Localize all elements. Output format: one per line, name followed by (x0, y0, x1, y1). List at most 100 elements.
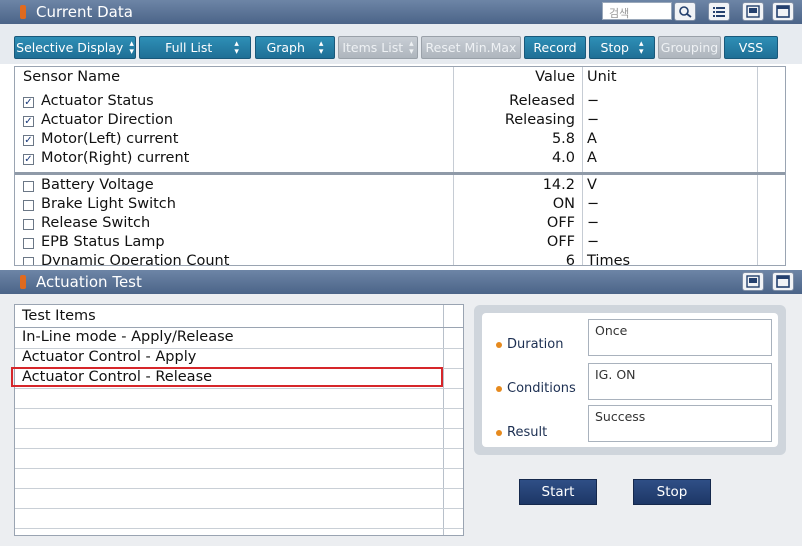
graph-button[interactable]: Graph ▴ ▾ (255, 36, 335, 59)
sensor-table: Sensor Name Value Unit ✓ Actuator Status… (14, 66, 786, 266)
sensor-value: 6 (565, 253, 575, 266)
selective-display-label: Selective Display (16, 40, 124, 55)
grouping-button[interactable]: Grouping (658, 36, 721, 59)
conditions-label-text: Conditions (507, 381, 576, 396)
bullet-icon (496, 341, 502, 348)
sensor-name: Actuator Direction (41, 112, 174, 128)
sensor-value: OFF (546, 215, 575, 231)
actuation-test-title: Actuation Test (36, 273, 142, 291)
full-list-button[interactable]: Full List ▴ ▾ (139, 36, 251, 59)
search-icon[interactable] (674, 2, 696, 21)
table-row[interactable]: Release Switch OFF − (15, 215, 785, 234)
window-icon[interactable] (772, 2, 794, 21)
duration-label: Duration (496, 337, 563, 352)
sensor-unit: − (587, 234, 600, 250)
sensor-unit: A (587, 150, 597, 166)
app-window: Current Data 검색 Selective Display ▴ ▾ Ful… (0, 0, 802, 546)
sensor-value: OFF (546, 234, 575, 250)
test-item[interactable]: Actuator Control - Apply (15, 349, 463, 369)
sensor-unit: A (587, 131, 597, 147)
sensor-value: ON (552, 196, 575, 212)
sensor-unit: V (587, 177, 597, 193)
table-row[interactable]: EPB Status Lamp OFF − (15, 234, 785, 253)
checkbox-unchecked[interactable] (23, 219, 34, 230)
test-item[interactable]: In-Line mode - Apply/Release (15, 329, 463, 349)
checkbox-unchecked[interactable] (23, 238, 34, 249)
list-icon[interactable] (708, 2, 730, 21)
duration-label-text: Duration (507, 337, 564, 352)
table-row[interactable]: Battery Voltage 14.2 V (15, 177, 785, 196)
stop-button[interactable]: Stop (633, 479, 711, 505)
table-row[interactable]: Dynamic Operation Count 6 Times (15, 253, 785, 266)
conditions-value: IG. ON (588, 363, 772, 400)
table-row[interactable]: ✓ Actuator Direction Releasing − (15, 112, 785, 131)
result-label-text: Result (507, 425, 548, 440)
chevron-updown-icon: ▴ ▾ (638, 38, 644, 57)
search-input[interactable]: 검색 (602, 2, 672, 20)
checkbox-unchecked[interactable] (23, 257, 34, 265)
table-row[interactable]: ✓ Motor(Right) current 4.0 A (15, 150, 785, 169)
sensor-value: Released (509, 93, 575, 109)
stop-recording-button[interactable]: Stop ▴ ▾ (589, 36, 655, 59)
checkbox-unchecked[interactable] (23, 200, 34, 211)
table-row[interactable]: ✓ Motor(Left) current 5.8 A (15, 131, 785, 150)
table-header: Sensor Name Value Unit (15, 69, 785, 88)
sensor-unit: − (587, 196, 600, 212)
list-item-empty (15, 469, 463, 489)
header-sensor-name: Sensor Name (23, 69, 121, 85)
checkbox-checked[interactable]: ✓ (23, 154, 34, 165)
chevron-updown-icon: ▴ ▾ (318, 38, 324, 57)
vss-button[interactable]: VSS (724, 36, 778, 59)
checkbox-checked[interactable]: ✓ (23, 135, 34, 146)
vss-label: VSS (738, 40, 764, 55)
checkbox-unchecked[interactable] (23, 181, 34, 192)
checkbox-checked[interactable]: ✓ (23, 116, 34, 127)
window-icon[interactable] (772, 272, 794, 291)
record-label: Record (533, 40, 577, 55)
sensor-name: Release Switch (41, 215, 151, 231)
current-data-title: Current Data (36, 3, 133, 21)
conditions-label: Conditions (496, 381, 576, 396)
sensor-unit: − (587, 93, 600, 109)
sensor-value: Releasing (504, 112, 575, 128)
sensor-value: 14.2 (542, 177, 575, 193)
current-data-titlebar: Current Data 검색 (0, 0, 802, 24)
items-list-label: Items List (342, 40, 404, 55)
test-info-panel: Duration Once Conditions IG. ON Result S… (474, 305, 786, 455)
reset-min-max-label: Reset Min.Max (425, 40, 517, 55)
capture-icon[interactable] (742, 272, 764, 291)
chevron-updown-icon: ▴ ▾ (409, 38, 414, 57)
table-row[interactable]: ✓ Actuator Status Released − (15, 93, 785, 112)
test-info-inner: Duration Once Conditions IG. ON Result S… (482, 313, 778, 447)
sensor-value: 5.8 (551, 131, 575, 147)
sensor-name: Brake Light Switch (41, 196, 176, 212)
bullet-icon (496, 385, 502, 392)
sensor-unit: − (587, 112, 600, 128)
items-list-button[interactable]: Items List ▴ ▾ (338, 36, 418, 59)
start-button[interactable]: Start (519, 479, 597, 505)
sensor-name: Dynamic Operation Count (41, 253, 230, 266)
selective-display-button[interactable]: Selective Display ▴ ▾ (14, 36, 136, 59)
sensor-name: Actuator Status (41, 93, 154, 109)
section-divider (15, 172, 785, 175)
test-items-list: Test Items In-Line mode - Apply/Release … (14, 304, 464, 536)
graph-label: Graph (266, 40, 305, 55)
sensor-unit: − (587, 215, 600, 231)
result-value: Success (588, 405, 772, 442)
list-item-empty (15, 409, 463, 429)
table-row[interactable]: Brake Light Switch ON − (15, 196, 785, 215)
flag-icon (20, 5, 26, 19)
stop-label: Stop (600, 40, 629, 55)
header-unit: Unit (587, 69, 617, 85)
toolbar: Selective Display ▴ ▾ Full List ▴ ▾ Graph … (0, 24, 802, 64)
checkbox-checked[interactable]: ✓ (23, 97, 34, 108)
capture-icon[interactable] (742, 2, 764, 21)
sensor-name: EPB Status Lamp (41, 234, 165, 250)
test-items-header: Test Items (15, 308, 463, 328)
sensor-value: 4.0 (551, 150, 575, 166)
reset-min-max-button[interactable]: Reset Min.Max (421, 36, 521, 59)
list-item-empty (15, 449, 463, 469)
record-button[interactable]: Record (524, 36, 586, 59)
header-value: Value (535, 69, 575, 85)
chevron-updown-icon: ▴ ▾ (129, 38, 134, 57)
